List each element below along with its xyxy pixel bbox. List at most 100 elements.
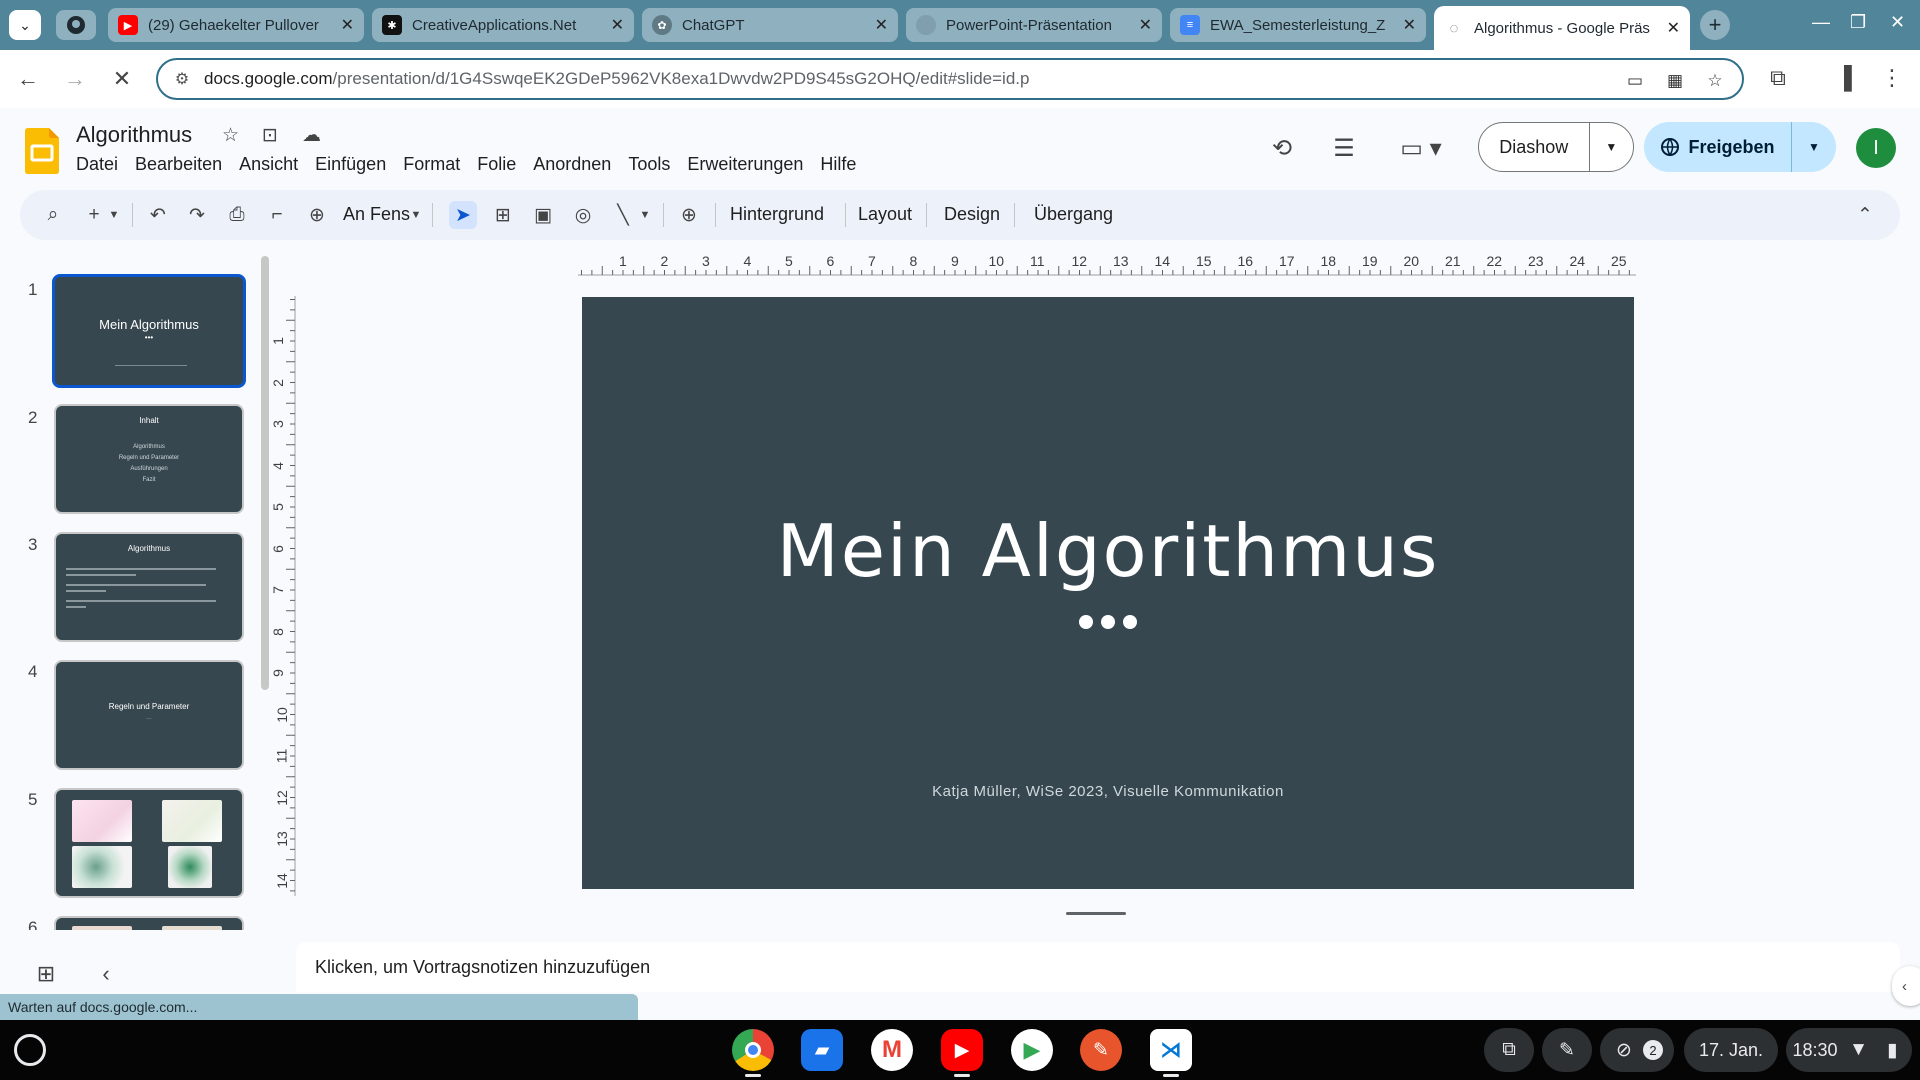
slide-main[interactable]: Mein Algorithmus Katja Müller, WiSe 2023… bbox=[582, 297, 1634, 889]
meet-camera-icon[interactable]: ▭ ▾ bbox=[1396, 132, 1446, 164]
chevron-down-icon[interactable]: ▼ bbox=[637, 201, 653, 229]
play-store-icon[interactable]: ▶ bbox=[1011, 1029, 1053, 1071]
shape-icon[interactable]: ◎ bbox=[569, 201, 597, 229]
version-history-icon[interactable]: ⟲ bbox=[1266, 132, 1298, 164]
slide-subtitle[interactable]: Katja Müller, WiSe 2023, Visuelle Kommun… bbox=[582, 783, 1634, 800]
tray-date[interactable]: 17. Jan. bbox=[1684, 1028, 1778, 1072]
add-comment-icon[interactable]: ⊕ bbox=[675, 201, 703, 229]
avatar[interactable]: I bbox=[1856, 128, 1896, 168]
launcher-button[interactable] bbox=[14, 1034, 46, 1066]
menu-erweiterungen[interactable]: Erweiterungen bbox=[687, 154, 811, 175]
menu-bearbeiten[interactable]: Bearbeiten bbox=[135, 154, 230, 175]
design-button[interactable]: Design bbox=[944, 204, 1000, 225]
chevron-down-icon[interactable]: ▼ bbox=[408, 201, 424, 229]
menu-einfuegen[interactable]: Einfügen bbox=[315, 154, 394, 175]
google-slides-logo-icon[interactable] bbox=[25, 128, 59, 174]
line-icon[interactable]: ╲ bbox=[609, 201, 637, 229]
side-panel-toggle[interactable]: ‹ bbox=[1892, 966, 1920, 1006]
close-icon[interactable]: ✕ bbox=[1667, 18, 1680, 38]
forward-arrow-icon[interactable]: → bbox=[61, 65, 89, 93]
collapse-toolbar-icon[interactable]: ⌃ bbox=[1851, 201, 1879, 229]
back-arrow-icon[interactable]: ← bbox=[14, 65, 42, 93]
sketchbook-icon[interactable]: ✎ bbox=[1080, 1029, 1122, 1071]
paint-format-icon[interactable]: ⌐ bbox=[263, 201, 291, 229]
gmail-icon[interactable]: M bbox=[871, 1029, 913, 1071]
transition-button[interactable]: Übergang bbox=[1034, 204, 1113, 225]
slide-thumbnail-2[interactable]: Inhalt Algorithmus Regeln und Parameter … bbox=[54, 404, 244, 514]
tab-youtube[interactable]: ▶ (29) Gehaekelter Pullover ✕ bbox=[108, 8, 364, 42]
tray-notifications[interactable]: ⊘ 2 bbox=[1600, 1028, 1674, 1072]
notes-resize-handle[interactable] bbox=[1066, 912, 1126, 915]
tab-google-slides[interactable]: ◌ Algorithmus - Google Präs ✕ bbox=[1434, 6, 1690, 50]
side-panel-icon[interactable]: ▐ bbox=[1830, 64, 1858, 92]
chrome-icon[interactable] bbox=[732, 1029, 774, 1071]
slideshow-label[interactable]: Diashow bbox=[1479, 122, 1590, 172]
close-icon[interactable]: ✕ bbox=[341, 15, 354, 35]
menu-folie[interactable]: Folie bbox=[477, 154, 524, 175]
stop-loading-icon[interactable]: ✕ bbox=[108, 65, 136, 93]
redo-icon[interactable]: ↷ bbox=[183, 201, 211, 229]
tab-powerpoint[interactable]: PowerPoint-Präsentation ✕ bbox=[906, 8, 1162, 42]
menu-tools[interactable]: Tools bbox=[628, 154, 678, 175]
text-box-icon[interactable]: ⊞ bbox=[489, 201, 517, 229]
qr-code-icon[interactable]: ▦ bbox=[1664, 70, 1686, 92]
chevron-down-icon[interactable]: ▼ bbox=[1792, 140, 1836, 154]
tray-stylus[interactable]: ✎ bbox=[1542, 1028, 1592, 1072]
close-icon[interactable]: ✕ bbox=[1139, 15, 1152, 35]
tray-screenshot[interactable]: ⧉ bbox=[1484, 1028, 1534, 1072]
close-window-icon[interactable]: ✕ bbox=[1890, 12, 1905, 33]
menu-anordnen[interactable]: Anordnen bbox=[533, 154, 619, 175]
document-title[interactable]: Algorithmus bbox=[76, 122, 192, 148]
close-icon[interactable]: ✕ bbox=[611, 15, 624, 35]
menu-format[interactable]: Format bbox=[403, 154, 468, 175]
close-icon[interactable]: ✕ bbox=[1403, 15, 1416, 35]
filmstrip-scrollbar[interactable] bbox=[261, 256, 269, 690]
vscode-icon[interactable]: ⋊ bbox=[1150, 1029, 1192, 1071]
grid-view-icon[interactable]: ⊞ bbox=[32, 960, 60, 988]
collapse-filmstrip-icon[interactable]: ‹ bbox=[92, 960, 120, 988]
browser-menu-icon[interactable]: ⋮ bbox=[1878, 64, 1906, 92]
zoom-select[interactable]: An Fens bbox=[343, 204, 410, 225]
background-button[interactable]: Hintergrund bbox=[730, 204, 824, 225]
restore-icon[interactable]: ❐ bbox=[1850, 12, 1866, 33]
speaker-notes[interactable]: Klicken, um Vortragsnotizen hinzuzufügen bbox=[296, 942, 1900, 992]
share-button[interactable]: Freigeben ▼ bbox=[1644, 122, 1836, 172]
print-icon[interactable]: ⎙ bbox=[223, 201, 251, 229]
close-icon[interactable]: ✕ bbox=[875, 15, 888, 35]
tab-creativeapplications[interactable]: ✱ CreativeApplications.Net ✕ bbox=[372, 8, 634, 42]
slide-thumbnail-3[interactable]: Algorithmus bbox=[54, 532, 244, 642]
youtube-icon[interactable]: ▶ bbox=[941, 1029, 983, 1071]
minimize-icon[interactable]: — bbox=[1812, 12, 1830, 33]
search-menus-icon[interactable]: ⌕ bbox=[39, 201, 67, 229]
tab-google-docs[interactable]: ≡ EWA_Semesterleistung_Z ✕ bbox=[1170, 8, 1426, 42]
menu-hilfe[interactable]: Hilfe bbox=[820, 154, 864, 175]
site-settings-icon[interactable]: ⚙ bbox=[170, 67, 194, 91]
chevron-down-icon[interactable]: ▼ bbox=[1590, 140, 1633, 154]
move-folder-icon[interactable]: ⊡ bbox=[262, 124, 278, 147]
slide-thumbnail-6[interactable] bbox=[54, 916, 244, 930]
menu-datei[interactable]: Datei bbox=[76, 154, 126, 175]
cloud-status-icon[interactable]: ☁ bbox=[302, 124, 321, 147]
slide-title[interactable]: Mein Algorithmus bbox=[582, 509, 1634, 593]
new-slide-icon[interactable]: + bbox=[80, 201, 108, 229]
comments-icon[interactable]: ☰ bbox=[1328, 132, 1360, 164]
extensions-icon[interactable]: ⧉ bbox=[1764, 64, 1792, 92]
undo-icon[interactable]: ↶ bbox=[144, 201, 172, 229]
insert-image-icon[interactable]: ▣ bbox=[529, 201, 557, 229]
pinned-tab-github[interactable] bbox=[56, 10, 96, 40]
share-label-wrap[interactable]: Freigeben bbox=[1644, 122, 1792, 172]
tray-status[interactable]: 18:30 ▼ ▮ bbox=[1786, 1028, 1912, 1072]
slide-thumbnail-1[interactable]: Mein Algorithmus ••• bbox=[52, 274, 246, 388]
zoom-icon[interactable]: ⊕ bbox=[303, 201, 331, 229]
chevron-down-icon[interactable]: ▼ bbox=[106, 201, 122, 229]
tab-chatgpt[interactable]: ✿ ChatGPT ✕ bbox=[642, 8, 898, 42]
slide-thumbnail-4[interactable]: Regeln und Parameter ... bbox=[54, 660, 244, 770]
menu-ansicht[interactable]: Ansicht bbox=[239, 154, 306, 175]
slideshow-button[interactable]: Diashow ▼ bbox=[1478, 122, 1634, 172]
new-tab-button[interactable]: + bbox=[1700, 10, 1730, 40]
select-cursor-icon[interactable]: ➤ bbox=[449, 201, 477, 229]
bookmark-star-icon[interactable]: ☆ bbox=[1704, 70, 1726, 92]
cast-icon[interactable]: ▭ bbox=[1624, 70, 1646, 92]
files-icon[interactable]: ▰ bbox=[801, 1029, 843, 1071]
slide-thumbnail-5[interactable] bbox=[54, 788, 244, 898]
